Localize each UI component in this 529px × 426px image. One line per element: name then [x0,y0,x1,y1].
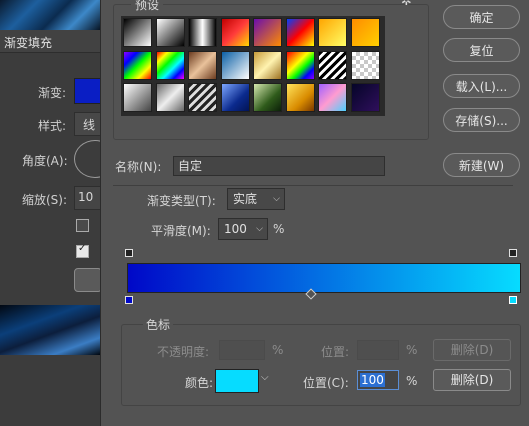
preset-swatch[interactable] [318,83,347,112]
angle-dial[interactable] [74,140,100,178]
angle-label: 角度(A): [22,154,68,168]
gradient-bar[interactable] [127,263,521,293]
style-label: 样式: [38,119,67,133]
opacity-stop-left[interactable] [125,249,133,257]
check-icon: ✓ [78,243,87,254]
reset-button[interactable]: 复位 [443,38,520,62]
preset-swatch[interactable] [318,18,347,47]
gradient-type-label: 渐变类型(T): [147,194,216,208]
preset-swatch[interactable] [285,83,315,112]
color-stop-left[interactable] [125,296,133,304]
opacity-location-field [357,340,399,360]
preset-swatch[interactable] [220,83,250,112]
presets-title: 预设 [131,0,164,13]
gradient-editor-dialog: 预设 ✲ 确定 复位 载入(L)... 存储(S)... 新建(W) 名称(N)… [100,0,529,426]
preset-swatch[interactable] [220,18,250,47]
opacity-stop-right[interactable] [509,249,517,257]
new-button[interactable]: 新建(W) [443,153,520,177]
preset-swatch[interactable] [220,50,250,80]
gradient-type-select[interactable]: 实底 ⌵ [227,188,285,210]
delete-color-stop-button[interactable]: 删除(D) [433,369,511,391]
smoothness-unit: % [273,222,285,236]
dither-checkbox[interactable]: ✓ [76,243,89,258]
preset-swatch[interactable] [350,50,380,80]
opacity-location-label: 位置: [321,345,350,359]
save-button[interactable]: 存储(S)... [443,108,520,132]
ok-button[interactable]: 确定 [443,5,520,29]
preset-swatch[interactable] [285,50,315,80]
gradient-label: 渐变: [38,86,67,100]
preset-swatch[interactable] [188,18,217,47]
left-gradient-fill-panel: 渐变填充 渐变: 样式: 线 角度(A): 缩放(S): 10 ✓ [0,0,100,426]
load-button[interactable]: 载入(L)... [443,74,520,98]
delete-opacity-button-disabled: 删除(D) [433,339,511,361]
location-input[interactable]: 100 [357,370,399,390]
color-stops-group [121,324,521,406]
color-label: 颜色: [185,376,214,390]
color-stop-right[interactable] [509,296,517,304]
scale-label: 缩放(S): [22,193,68,207]
smoothness-field[interactable]: 100 ⌵ [218,218,268,240]
preset-grid [121,16,385,116]
opacity-unit: % [272,343,284,357]
scale-field[interactable]: 10 [74,186,100,210]
preset-swatch[interactable] [123,50,152,80]
gradient-type-value: 实底 [233,192,258,206]
style-select-value: 线 [83,118,96,132]
style-select[interactable]: 线 [74,112,100,136]
preset-swatch[interactable] [123,83,152,112]
smoothness-label: 平滑度(M): [151,224,211,238]
location-unit: % [406,374,418,388]
background-photo-bottom [0,305,100,355]
preset-swatch[interactable] [123,18,152,47]
preset-swatch[interactable] [155,83,185,112]
color-swatch[interactable] [215,369,259,393]
preset-swatch[interactable] [318,50,347,80]
name-input[interactable]: 自定 [173,156,385,176]
opacity-label: 不透明度: [157,345,210,359]
opacity-location-unit: % [406,343,418,357]
chevron-down-icon: ⌵ [273,194,280,204]
preset-swatch[interactable] [188,50,217,80]
align-button[interactable] [74,268,100,292]
gradient-fill-title: 渐变填充 [4,36,53,50]
color-stops-title: 色标 [143,316,174,333]
preset-swatch[interactable] [253,18,282,47]
preset-swatch[interactable] [285,18,315,47]
location-label: 位置(C): [303,376,349,390]
reverse-checkbox[interactable] [76,219,89,232]
smoothness-value: 100 [224,222,247,236]
preset-swatch[interactable] [188,83,217,112]
preset-swatch[interactable] [350,18,380,47]
scale-value: 10 [78,190,94,204]
gradient-fill-title-bar: 渐变填充 [0,30,100,53]
gear-icon[interactable]: ✲ [401,0,412,9]
preset-swatch[interactable] [253,50,282,80]
name-label: 名称(N): [115,160,162,174]
preset-swatch[interactable] [155,50,185,80]
chevron-down-icon: ⌵ [256,224,263,234]
preset-swatch[interactable] [350,83,380,112]
opacity-field [219,340,265,360]
background-photo-top [0,0,100,30]
location-value: 100 [360,373,385,387]
preset-swatch[interactable] [155,18,185,47]
gradient-preview[interactable] [74,78,100,104]
section-divider [113,185,513,186]
chevron-down-icon[interactable]: ⌵ [261,372,269,383]
preset-swatch[interactable] [253,83,282,112]
